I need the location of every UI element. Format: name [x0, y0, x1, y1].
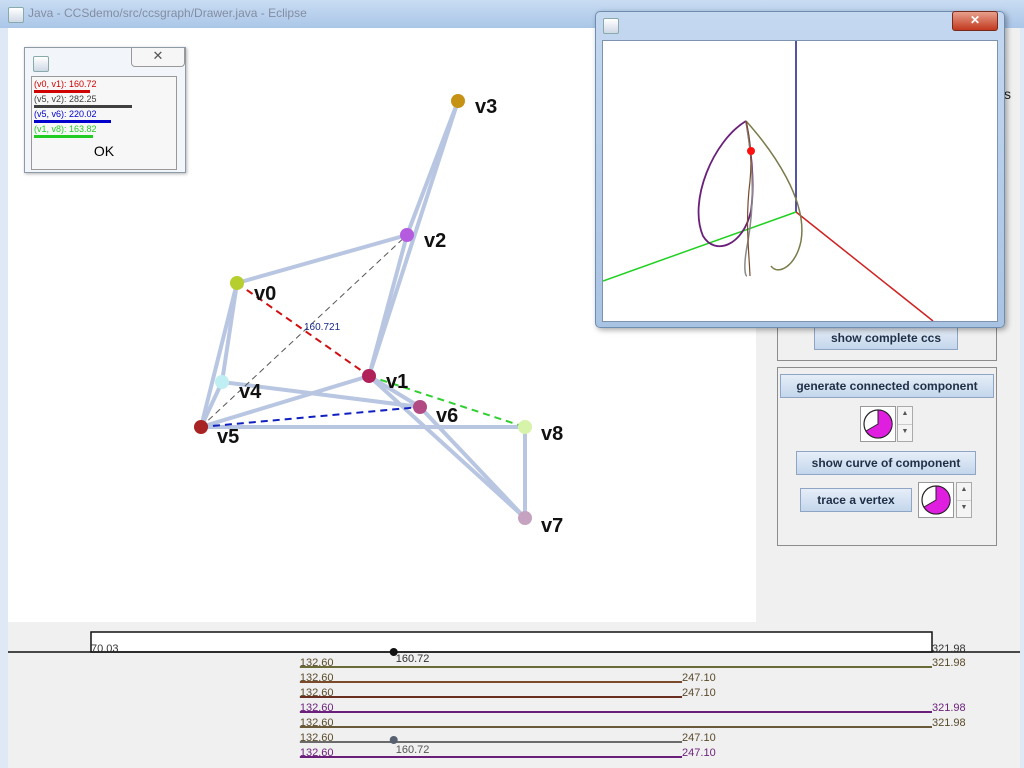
- component-spinner[interactable]: [860, 406, 896, 442]
- curve-purple: [697, 120, 754, 247]
- java-app-icon: [8, 7, 24, 23]
- timeline-marker-label: 160.72: [396, 653, 430, 665]
- vertex-spinner-arrows[interactable]: ▲ ▼: [956, 482, 972, 518]
- vertex-label-v2: v2: [424, 230, 446, 252]
- edge-v0-v5: [199, 281, 239, 429]
- timeline-min-label: 70.03: [91, 643, 119, 655]
- curve-olive: [745, 120, 803, 271]
- window-title: Java - CCSdemo/src/ccsgraph/Drawer.java …: [28, 6, 307, 20]
- legend-dialog[interactable]: ✕ (v0, v1): 160.72 (v5, v2): 282.25 (v5, v…: [24, 47, 186, 173]
- spinner-up-icon[interactable]: ▲: [898, 407, 912, 425]
- pie-icon: [921, 485, 951, 515]
- vertex-v4[interactable]: [215, 375, 229, 389]
- curve-3d-canvas[interactable]: [602, 40, 998, 322]
- legend-list: (v0, v1): 160.72 (v5, v2): 282.25 (v5, v6)…: [31, 76, 177, 170]
- vertex-v1[interactable]: [362, 369, 376, 383]
- vertex-v6[interactable]: [413, 400, 427, 414]
- trace-a-vertex-button[interactable]: trace a vertex: [800, 488, 912, 512]
- timeline-bar-end: 321.98: [932, 657, 966, 669]
- timeline-max-label: 321.98: [932, 643, 966, 655]
- vertex-spinner[interactable]: [918, 482, 954, 518]
- timeline-bar-start: 132.60: [300, 702, 334, 714]
- timeline-svg: 70.03 321.98 160.72 132.60 321.98 132.60 247.1…: [8, 631, 1020, 759]
- legend-bar: [34, 120, 111, 123]
- ok-button[interactable]: OK: [32, 143, 176, 159]
- timeline-bar-end: 247.10: [682, 747, 716, 759]
- control-panel-component: generate connected component ▲ ▼ show cu…: [777, 367, 997, 546]
- vertex-v7[interactable]: [518, 511, 532, 525]
- vertex-label-v6: v6: [436, 405, 458, 427]
- close-button[interactable]: ✕: [131, 48, 185, 67]
- java-app-icon: [603, 18, 619, 34]
- timeline-bar-start: 132.60: [300, 717, 334, 729]
- vertex-v2[interactable]: [400, 228, 414, 242]
- vertex-v3[interactable]: [451, 94, 465, 108]
- spinner-up-icon[interactable]: ▲: [957, 483, 971, 501]
- legend-bar: [34, 90, 90, 93]
- vertex-v5[interactable]: [194, 420, 208, 434]
- timeline-bar-end: 321.98: [932, 702, 966, 714]
- timeline-bar-start: 132.60: [300, 687, 334, 699]
- close-icon: ✕: [152, 48, 164, 63]
- vertex-label-v5: v5: [217, 426, 239, 448]
- java-app-icon: [33, 56, 49, 72]
- vertex-label-v1: v1: [386, 371, 408, 393]
- timeline-bar-start: 132.60: [300, 747, 334, 759]
- edge-v0-v2: [235, 233, 409, 285]
- timeline-bar-end: 321.98: [932, 717, 966, 729]
- legend-row: (v5, v6): 220.02: [34, 109, 97, 119]
- vertex-v8[interactable]: [518, 420, 532, 434]
- edge-v1-v7: [367, 374, 527, 520]
- legend-bar: [34, 105, 132, 108]
- generate-connected-component-button[interactable]: generate connected component: [780, 374, 994, 398]
- timeline-bar-end: 247.10: [682, 732, 716, 744]
- close-icon: ✕: [969, 13, 981, 27]
- timeline-bar-end: 247.10: [682, 672, 716, 684]
- partial-label-s: s: [1004, 86, 1011, 102]
- timeline-bar-marker-label: 160.72: [396, 744, 430, 756]
- timeline-bar-start: 132.60: [300, 657, 334, 669]
- edge-v1-v2: [367, 233, 409, 378]
- legend-row: (v1, v8): 163.82: [34, 124, 97, 134]
- vertex-label-v4: v4: [239, 381, 262, 403]
- curve-brown: [745, 120, 752, 277]
- vertex-label-v8: v8: [541, 423, 563, 445]
- close-button[interactable]: ✕: [952, 11, 998, 31]
- vertex-label-v0: v0: [254, 283, 276, 305]
- x-axis: [795, 211, 934, 321]
- vertex-label-v3: v3: [475, 96, 497, 118]
- legend-row: (v5, v2): 282.25: [34, 94, 97, 104]
- show-curve-of-component-button[interactable]: show curve of component: [796, 451, 976, 475]
- show-complete-ccs-button[interactable]: show complete ccs: [814, 326, 958, 350]
- timeline-bar-start: 132.60: [300, 732, 334, 744]
- legend-bar: [34, 135, 93, 138]
- timeline-bar-start: 132.60: [300, 672, 334, 684]
- pie-icon: [863, 409, 893, 439]
- component-spinner-arrows[interactable]: ▲ ▼: [897, 406, 913, 442]
- timeline-bar-marker: [389, 736, 398, 744]
- curve-3d-window[interactable]: ✕: [595, 11, 1005, 328]
- timeline-panel: 70.03 321.98 160.72 132.60 321.98 132.60 247.1…: [8, 622, 1020, 768]
- timeline-bar-end: 247.10: [682, 687, 716, 699]
- legend-row: (v0, v1): 160.72: [34, 79, 97, 89]
- edge-weight-label: 160.721: [304, 322, 341, 333]
- timeline-range-box[interactable]: [90, 631, 933, 653]
- spinner-down-icon[interactable]: ▼: [898, 425, 912, 442]
- trace-point: [747, 147, 755, 155]
- vertex-label-v7: v7: [541, 515, 563, 537]
- spinner-down-icon[interactable]: ▼: [957, 501, 971, 518]
- vertex-v0[interactable]: [230, 276, 244, 290]
